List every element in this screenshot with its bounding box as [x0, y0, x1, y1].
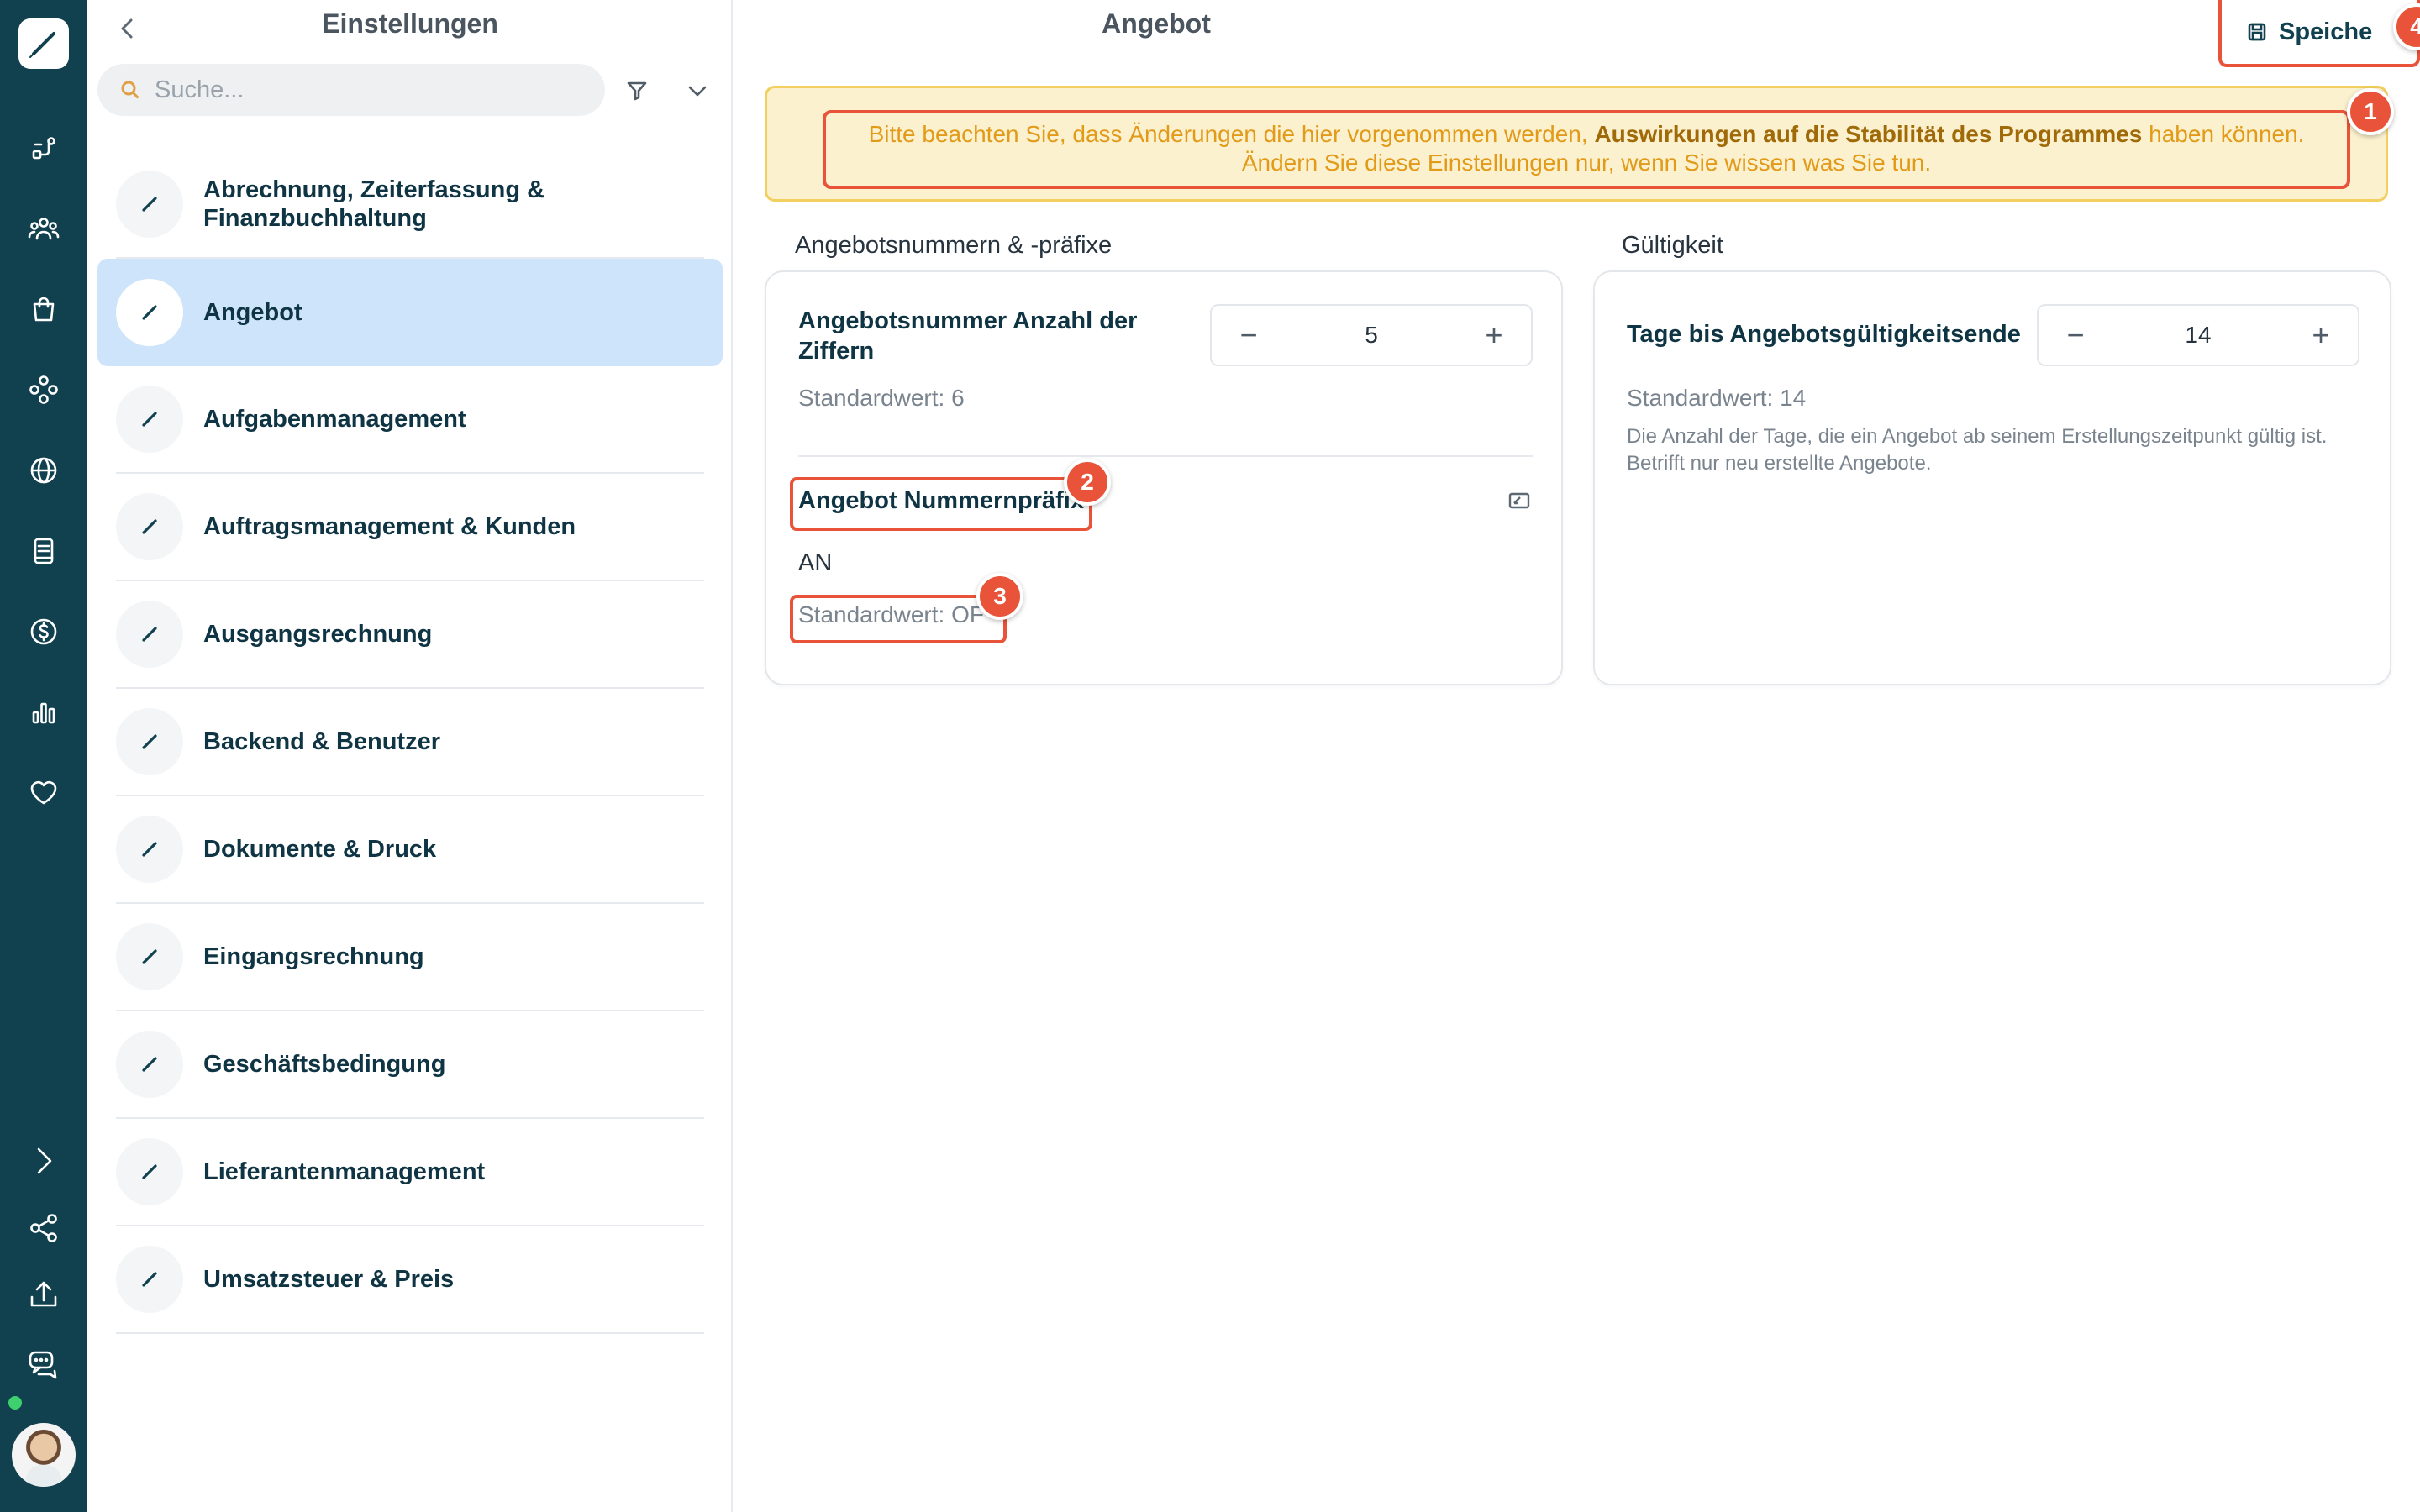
card-validity: Tage bis Angebotsgültigkeitsende − 14 + …: [1593, 270, 2391, 685]
pen-icon: [116, 493, 183, 560]
digits-default: Standardwert: 6: [798, 385, 965, 411]
warning-line-2: Ändern Sie diese Einstellungen nur, wenn…: [1241, 150, 1932, 176]
category-item-angebot[interactable]: Angebot: [97, 259, 723, 366]
users-icon[interactable]: [22, 207, 66, 250]
settings-panel: Einstellungen Abrechnung, Zeiterfassung …: [87, 0, 733, 1512]
days-stepper[interactable]: − 14 +: [2037, 304, 2360, 366]
flow-icon[interactable]: [22, 128, 66, 171]
category-label: Umsatzsteuer & Preis: [203, 1266, 455, 1293]
pen-icon: [116, 171, 183, 238]
dollar-icon[interactable]: [22, 610, 66, 654]
floppy-disk-icon: [2248, 23, 2266, 41]
pen-icon: [116, 816, 183, 883]
settings-title: Einstellungen: [322, 8, 498, 39]
category-label: Abrechnung, Zeiterfassung & Finanzbuchha…: [203, 176, 545, 232]
warning-line-1: Bitte beachten Sie, dass Änderungen die …: [826, 120, 2347, 149]
pen-icon: [116, 386, 183, 453]
days-default: Standardwert: 14: [1627, 385, 1807, 411]
upload-icon[interactable]: [22, 1273, 66, 1317]
globe-icon[interactable]: [22, 449, 66, 492]
category-item-dokumente[interactable]: Dokumente & Druck: [116, 796, 704, 904]
pen-icon: [116, 601, 183, 668]
modules-icon[interactable]: [22, 368, 66, 412]
pen-icon: [116, 923, 183, 990]
pen-icon: [116, 1031, 183, 1098]
warning-highlight: Bitte beachten Sie, dass Änderungen die …: [823, 110, 2350, 189]
bag-icon[interactable]: [22, 287, 66, 331]
page-title: Angebot: [1102, 8, 1211, 39]
category-label: Geschäftsbedingung: [203, 1051, 446, 1078]
days-label: Tage bis Angebotsgültigkeitsende: [1627, 321, 2021, 348]
search-input[interactable]: [155, 76, 592, 104]
category-item-umsatzsteuer[interactable]: Umsatzsteuer & Preis: [116, 1226, 704, 1334]
pen-icon: [116, 1138, 183, 1205]
category-item-auftragsmanagement[interactable]: Auftragsmanagement & Kunden: [116, 474, 704, 581]
share-icon[interactable]: [22, 1206, 66, 1250]
heart-icon[interactable]: [22, 771, 66, 815]
days-description: Die Anzahl der Tage, die ein Angebot ab …: [1627, 425, 2328, 475]
category-label: Dokumente & Druck: [203, 836, 437, 863]
category-item-geschaeftsbedingung[interactable]: Geschäftsbedingung: [116, 1011, 704, 1119]
annotation-badge-3: 3: [976, 573, 1023, 620]
category-label: Lieferantenmanagement: [203, 1158, 486, 1185]
category-item-abrechnung[interactable]: Abrechnung, Zeiterfassung & Finanzbuchha…: [116, 151, 704, 259]
section-heading-numbers: Angebotsnummern & -präfixe: [795, 232, 1113, 259]
pen-icon: [116, 279, 183, 346]
increment-button[interactable]: +: [2304, 318, 2338, 353]
section-heading-validity: Gültigkeit: [1622, 232, 1723, 259]
decrement-button[interactable]: −: [2059, 318, 2092, 353]
prefix-default: Standardwert: OF: [798, 601, 984, 627]
card-numbers: Angebotsnummer Anzahl der Ziffern − 5 + …: [765, 270, 1563, 685]
decrement-button[interactable]: −: [1232, 318, 1265, 353]
expand-icon[interactable]: [22, 1139, 66, 1183]
category-label: Auftragsmanagement & Kunden: [203, 513, 576, 540]
category-item-eingangsrechnung[interactable]: Eingangsrechnung: [116, 904, 704, 1011]
chevron-down-icon[interactable]: [681, 74, 714, 108]
days-value[interactable]: 14: [2185, 322, 2211, 349]
logo-icon[interactable]: [18, 18, 69, 69]
pen-icon: [116, 708, 183, 775]
warning-text: haben können.: [2142, 121, 2305, 147]
digits-value[interactable]: 5: [1365, 322, 1378, 349]
save-button[interactable]: Speiche: [2218, 0, 2420, 67]
category-item-aufgabenmanagement[interactable]: Aufgabenmanagement: [116, 366, 704, 474]
user-avatar[interactable]: [12, 1423, 76, 1487]
save-button-label: Speiche: [2279, 18, 2373, 45]
pen-icon: [116, 1246, 183, 1313]
warning-bold-text: Auswirkungen auf die Stabilität des Prog…: [1594, 121, 2143, 147]
search-box[interactable]: [97, 64, 605, 116]
settings-category-list: Abrechnung, Zeiterfassung & Finanzbuchha…: [97, 151, 723, 1334]
divider: [798, 455, 1533, 457]
category-label: Aufgabenmanagement: [203, 406, 466, 433]
annotation-badge-2: 2: [1064, 459, 1111, 506]
chat-icon[interactable]: [22, 1341, 66, 1384]
category-item-lieferantenmanagement[interactable]: Lieferantenmanagement: [116, 1119, 704, 1226]
digits-label: Angebotsnummer Anzahl der Ziffern: [798, 307, 1138, 365]
search-icon: [121, 81, 139, 99]
prefix-value[interactable]: AN: [798, 549, 832, 577]
category-label: Ausgangsrechnung: [203, 621, 433, 648]
increment-button[interactable]: +: [1477, 318, 1511, 353]
warning-text: Bitte beachten Sie, dass Änderungen die …: [868, 121, 1595, 147]
filter-icon[interactable]: [620, 74, 654, 108]
category-label: Backend & Benutzer: [203, 728, 441, 755]
category-item-backend[interactable]: Backend & Benutzer: [116, 689, 704, 796]
main-content: Angebot Speiche 4 Bitte beachten Sie, da…: [733, 0, 2420, 1512]
category-label: Eingangsrechnung: [203, 943, 424, 970]
prefix-label: Angebot Nummernpräfix: [798, 487, 1084, 514]
warning-banner: Bitte beachten Sie, dass Änderungen die …: [765, 86, 2394, 202]
online-status-dot: [8, 1396, 22, 1410]
book-icon[interactable]: [22, 529, 66, 573]
category-item-ausgangsrechnung[interactable]: Ausgangsrechnung: [116, 581, 704, 689]
app-rail: [0, 0, 87, 1512]
edit-field-icon[interactable]: [1507, 489, 1531, 512]
category-label: Angebot: [203, 299, 302, 326]
chart-icon[interactable]: [22, 690, 66, 734]
annotation-badge-1: 1: [2347, 88, 2394, 135]
digits-stepper[interactable]: − 5 +: [1210, 304, 1533, 366]
